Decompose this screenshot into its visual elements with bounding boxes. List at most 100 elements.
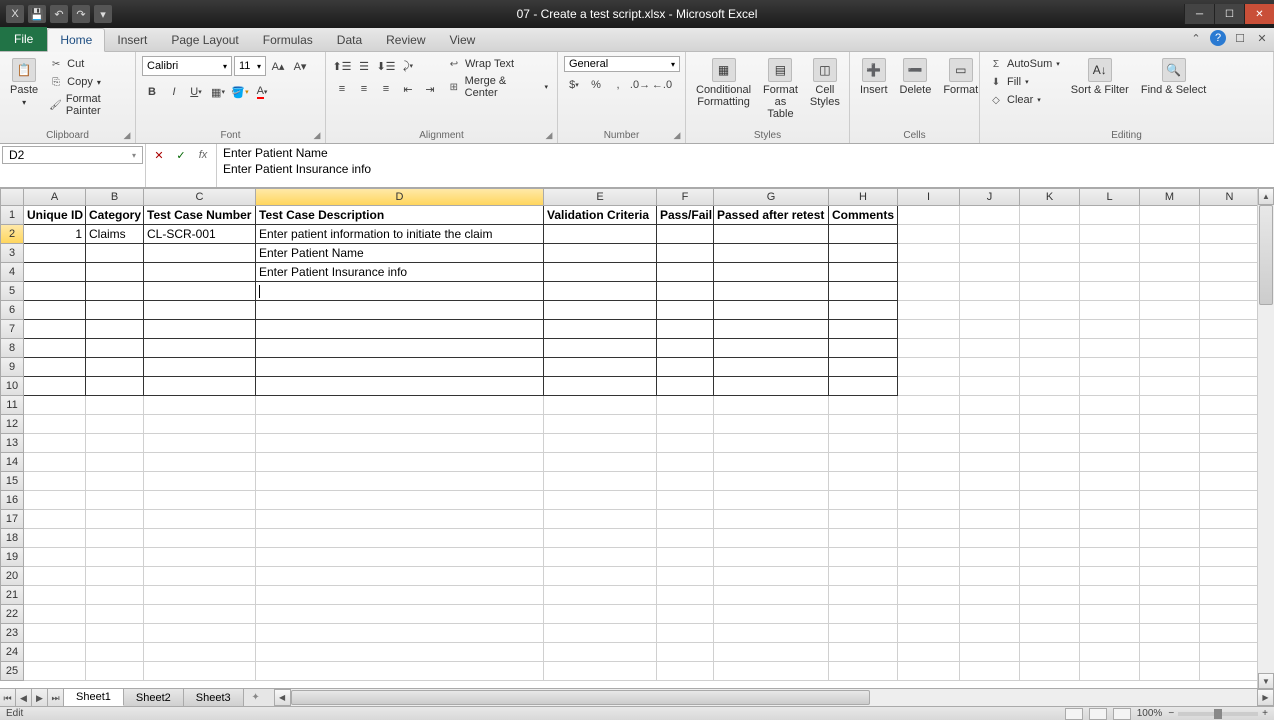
cell[interactable] — [24, 453, 86, 472]
cell[interactable] — [86, 643, 144, 662]
cell[interactable] — [144, 643, 256, 662]
cell[interactable] — [24, 548, 86, 567]
cell[interactable] — [714, 301, 829, 320]
cell[interactable] — [86, 567, 144, 586]
cell[interactable] — [657, 662, 714, 681]
cell[interactable] — [714, 548, 829, 567]
cell[interactable] — [1200, 206, 1260, 225]
cell[interactable] — [1080, 548, 1140, 567]
find-select-button[interactable]: 🔍Find & Select — [1137, 56, 1210, 98]
tab-view[interactable]: View — [438, 29, 488, 51]
number-format-combo[interactable]: General▾ — [564, 56, 680, 72]
fill-button[interactable]: ⬇Fill▾ — [986, 74, 1063, 90]
cell[interactable] — [714, 643, 829, 662]
scroll-left-button[interactable]: ◀ — [274, 689, 291, 706]
cell[interactable] — [86, 415, 144, 434]
cell[interactable] — [544, 358, 657, 377]
cut-button[interactable]: ✂Cut — [46, 56, 129, 72]
cell[interactable] — [1140, 586, 1200, 605]
cell[interactable] — [1140, 529, 1200, 548]
cell[interactable] — [1020, 358, 1080, 377]
cell[interactable] — [1080, 662, 1140, 681]
cell[interactable] — [1020, 263, 1080, 282]
page-break-view-button[interactable] — [1113, 708, 1131, 720]
cell[interactable] — [714, 491, 829, 510]
cell[interactable] — [657, 643, 714, 662]
cell[interactable]: Validation Criteria — [544, 206, 657, 225]
cell[interactable] — [829, 396, 898, 415]
cell[interactable] — [829, 662, 898, 681]
row-header[interactable]: 22 — [0, 605, 24, 624]
cell[interactable] — [1080, 358, 1140, 377]
column-header[interactable]: B — [86, 188, 144, 206]
cell[interactable] — [24, 377, 86, 396]
cell[interactable] — [1020, 396, 1080, 415]
cell[interactable] — [256, 586, 544, 605]
new-sheet-button[interactable]: ✦ — [244, 689, 268, 706]
cell[interactable] — [544, 244, 657, 263]
cell[interactable] — [144, 510, 256, 529]
cell[interactable] — [898, 301, 960, 320]
increase-indent-button[interactable]: ⇥ — [420, 79, 440, 99]
cell[interactable] — [960, 339, 1020, 358]
cell[interactable] — [898, 282, 960, 301]
cell[interactable] — [1200, 624, 1260, 643]
cell[interactable] — [829, 586, 898, 605]
delete-cells-button[interactable]: ➖Delete — [896, 56, 936, 98]
cell[interactable] — [960, 662, 1020, 681]
copy-button[interactable]: ⎘Copy▾ — [46, 74, 129, 90]
normal-view-button[interactable] — [1065, 708, 1083, 720]
horizontal-scrollbar[interactable]: ◀ ▶ — [274, 689, 1274, 706]
cell[interactable] — [544, 377, 657, 396]
cell[interactable] — [714, 472, 829, 491]
cell[interactable] — [144, 567, 256, 586]
worksheet-grid[interactable]: ABCDEFGHIJKLMN1Unique IDCategoryTest Cas… — [0, 188, 1274, 690]
row-header[interactable]: 13 — [0, 434, 24, 453]
borders-button[interactable]: ▦▾ — [208, 82, 228, 102]
row-header[interactable]: 11 — [0, 396, 24, 415]
cell[interactable] — [144, 339, 256, 358]
cell[interactable] — [1140, 453, 1200, 472]
cell[interactable] — [544, 643, 657, 662]
row-header[interactable]: 1 — [0, 206, 24, 225]
cell[interactable] — [1200, 244, 1260, 263]
select-all-corner[interactable] — [0, 188, 24, 206]
cell[interactable] — [714, 320, 829, 339]
qat-dropdown-icon[interactable]: ▾ — [94, 5, 112, 23]
alignment-launcher-icon[interactable]: ◢ — [543, 129, 555, 141]
cell[interactable] — [144, 301, 256, 320]
column-header[interactable]: H — [829, 188, 898, 206]
cell[interactable] — [256, 396, 544, 415]
cell[interactable] — [1140, 244, 1200, 263]
cell[interactable] — [657, 320, 714, 339]
cell[interactable] — [24, 529, 86, 548]
maximize-button[interactable]: ☐ — [1214, 4, 1244, 24]
cell[interactable] — [24, 434, 86, 453]
cell[interactable] — [256, 415, 544, 434]
cell[interactable] — [898, 548, 960, 567]
insert-cells-button[interactable]: ➕Insert — [856, 56, 892, 98]
cell[interactable] — [86, 624, 144, 643]
cell[interactable] — [898, 491, 960, 510]
cell[interactable] — [1140, 548, 1200, 567]
cell[interactable] — [714, 244, 829, 263]
cell[interactable] — [144, 282, 256, 301]
cell[interactable] — [829, 548, 898, 567]
shrink-font-button[interactable]: A▾ — [290, 56, 310, 76]
cell[interactable] — [1020, 434, 1080, 453]
tab-insert[interactable]: Insert — [105, 29, 159, 51]
cell[interactable] — [1080, 624, 1140, 643]
cell[interactable] — [1200, 662, 1260, 681]
page-layout-view-button[interactable] — [1089, 708, 1107, 720]
cell[interactable] — [86, 339, 144, 358]
fill-color-button[interactable]: 🪣▾ — [230, 82, 250, 102]
cell[interactable]: Test Case Number — [144, 206, 256, 225]
cell[interactable] — [829, 453, 898, 472]
cell[interactable] — [829, 605, 898, 624]
cell[interactable] — [144, 491, 256, 510]
cell[interactable] — [544, 320, 657, 339]
cell[interactable] — [1080, 491, 1140, 510]
cell[interactable] — [1200, 320, 1260, 339]
row-header[interactable]: 9 — [0, 358, 24, 377]
cell[interactable] — [1080, 339, 1140, 358]
